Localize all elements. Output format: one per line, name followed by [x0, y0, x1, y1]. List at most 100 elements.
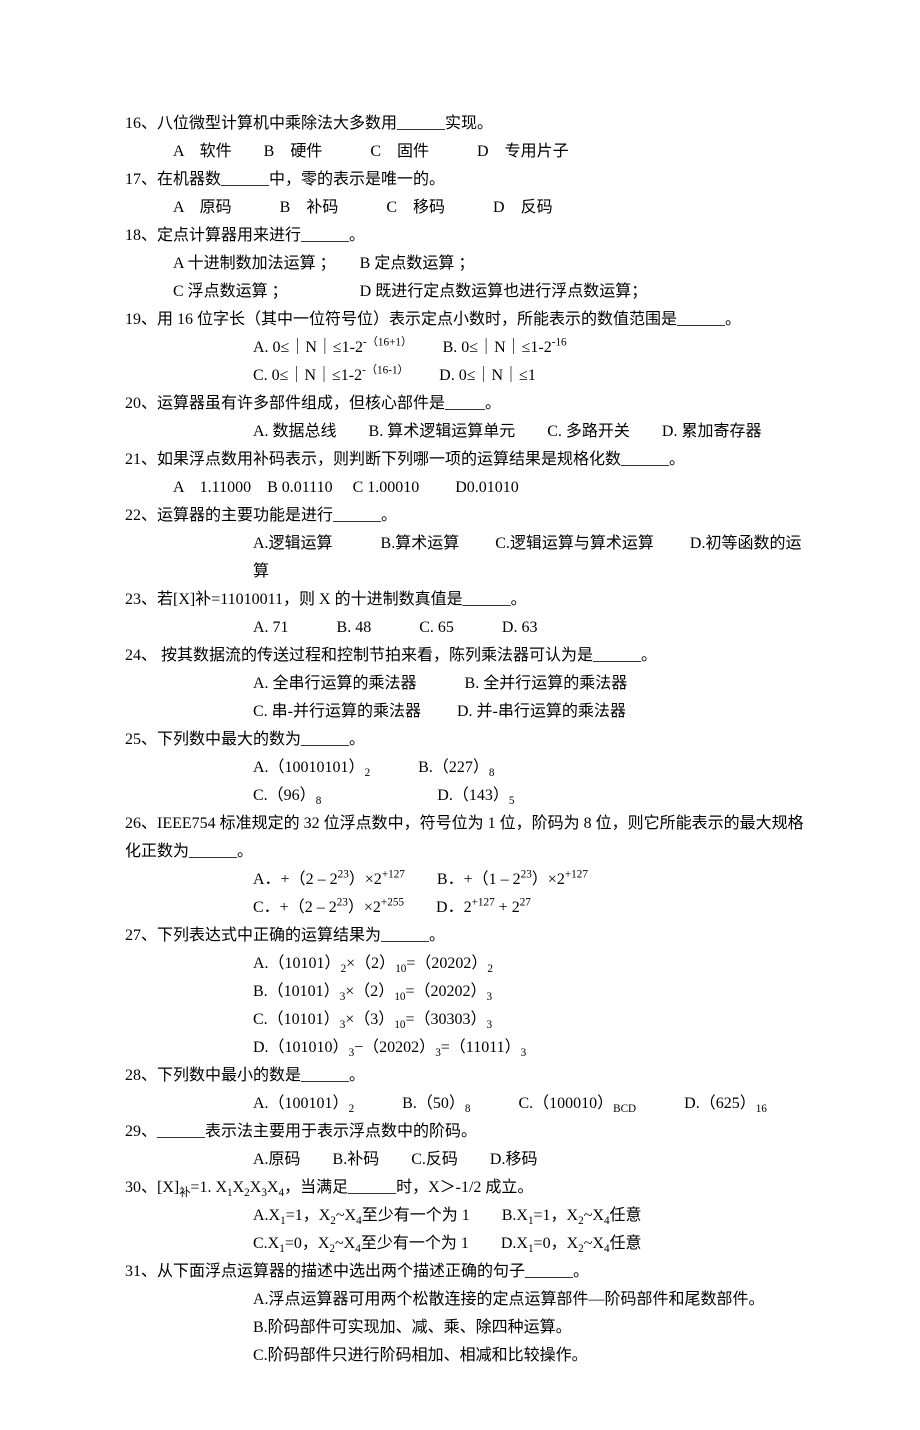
q23-stem: 23、若[X]补=11010011，则 X 的十进制数真值是______。: [125, 586, 810, 614]
q31-option-b: B.阶码部件可实现加、减、乘、除四种运算。: [125, 1314, 810, 1342]
q19-a-pow: -（16+1）: [363, 337, 407, 349]
s: 10: [394, 991, 405, 1003]
question-29: 29、______表示法主要用于表示浮点数中的阶码。 A.原码 B.补码 C.反…: [125, 1118, 810, 1174]
q28-c-s: BCD: [613, 1103, 636, 1115]
q27-option-b: B.（10101）3×（2）10=（20202）3: [125, 978, 810, 1006]
t: =（20202）: [406, 955, 487, 972]
q27-stem: 27、下列表达式中正确的运算结果为______。: [125, 922, 810, 950]
q24-options-line1: A. 全串行运算的乘法器 B. 全并行运算的乘法器: [125, 670, 810, 698]
q25-b-sub: 8: [489, 767, 495, 779]
q18-options-line1: A 十进制数加法运算 ； B 定点数运算 ；: [125, 250, 810, 278]
q25-d-text: D.（143）: [321, 787, 509, 804]
q30-options-line2: C.X1=0，X2~X4至少有一个为 1 D.X1=0，X2~X4任意: [125, 1230, 810, 1258]
q25-c-text: C.（96）: [253, 787, 316, 804]
t: ，当满足______时，X＞-1/2 成立。: [284, 1179, 533, 1196]
s: 3: [487, 991, 493, 1003]
q26-c-t2: ）×2: [348, 899, 381, 916]
question-22: 22、运算器的主要功能是进行______。 A.逻辑运算 B.算术运算 C.逻辑…: [125, 502, 810, 586]
q31-stem: 31、从下面浮点运算器的描述中选出两个描述正确的句子______。: [125, 1258, 810, 1286]
q19-a-text: A. 0≤｜N｜≤1-2: [253, 339, 363, 356]
q25-options-line2: C.（96）8 D.（143）5: [125, 782, 810, 810]
t: =（20202）: [406, 983, 487, 1000]
q19-options-line1: A. 0≤｜N｜≤1-2-（16+1） B. 0≤｜N｜≤1-2-16: [125, 334, 810, 362]
q26-d-t1: D．2: [404, 899, 472, 916]
question-26: 26、IEEE754 标准规定的 32 位浮点数中，符号位为 1 位，阶码为 8…: [125, 810, 810, 922]
q26-d-p1: +127: [472, 897, 495, 909]
t: =（30303）: [406, 1011, 487, 1028]
q27-option-a: A.（10101）2×（2）10=（20202）2: [125, 950, 810, 978]
t: 30、[X]: [125, 1179, 179, 1196]
q16-stem: 16、八位微型计算机中乘除法大多数用______实现。: [125, 110, 810, 138]
q19-stem: 19、用 16 位字长（其中一位符号位）表示定点小数时，所能表示的数值范围是__…: [125, 306, 810, 334]
t: =1，X: [286, 1207, 331, 1224]
t: −（20202）: [354, 1039, 435, 1056]
q25-a-text: A.（10010101）: [253, 759, 365, 776]
t: C.X: [253, 1235, 279, 1252]
t: A.（10101）: [253, 955, 341, 972]
q26-a-p1: 23: [338, 869, 349, 881]
question-24: 24、 按其数据流的传送过程和控制节拍来看，陈列乘法器可认为是______。 A…: [125, 642, 810, 726]
question-23: 23、若[X]补=11010011，则 X 的十进制数真值是______。 A.…: [125, 586, 810, 642]
q26-a-p2: +127: [382, 869, 405, 881]
q28-c-t: C.（100010）: [470, 1095, 613, 1112]
t: 至少有一个为 1 D.X: [361, 1235, 528, 1252]
question-27: 27、下列表达式中正确的运算结果为______。 A.（10101）2×（2）1…: [125, 922, 810, 1062]
q30-stem: 30、[X]补=1. X1X2X3X4，当满足______时，X＞-1/2 成立…: [125, 1174, 810, 1202]
q18-options-line2: C 浮点数运算 ； D 既进行定点数运算也进行浮点数运算；: [125, 278, 810, 306]
q28-options: A.（100101）2 B.（50）8 C.（100010）BCD D.（625…: [125, 1090, 810, 1118]
q25-options-line1: A.（10010101）2 B.（227）8: [125, 754, 810, 782]
t: D.（101010）: [253, 1039, 349, 1056]
t: X: [250, 1179, 262, 1196]
t: =1. X: [190, 1179, 227, 1196]
question-20: 20、运算器虽有许多部件组成，但核心部件是_____。 A. 数据总线 B. 算…: [125, 390, 810, 446]
q26-d-p2: 27: [520, 897, 531, 909]
q22-options: A.逻辑运算 B.算术运算 C.逻辑运算与算术运算 D.初等函数的运算: [125, 530, 810, 586]
q22-stem: 22、运算器的主要功能是进行______。: [125, 502, 810, 530]
q17-options: A 原码 B 补码 C 移码 D 反码: [125, 194, 810, 222]
q26-stem: 26、IEEE754 标准规定的 32 位浮点数中，符号位为 1 位，阶码为 8…: [125, 810, 810, 866]
s: 补: [179, 1187, 190, 1199]
question-28: 28、下列数中最小的数是______。 A.（100101）2 B.（50）8 …: [125, 1062, 810, 1118]
q27-option-c: C.（10101）3×（3）10=（30303）3: [125, 1006, 810, 1034]
q17-stem: 17、在机器数______中，零的表示是唯一的。: [125, 166, 810, 194]
t: ×（3）: [345, 1011, 394, 1028]
q19-d-text: D. 0≤｜N｜≤1: [403, 367, 536, 384]
question-19: 19、用 16 位字长（其中一位符号位）表示定点小数时，所能表示的数值范围是__…: [125, 306, 810, 390]
q25-d-sub: 5: [509, 795, 515, 807]
t: X: [267, 1179, 279, 1196]
question-18: 18、定点计算器用来进行______。 A 十进制数加法运算 ； B 定点数运算…: [125, 222, 810, 306]
q26-c-p2: +255: [381, 897, 404, 909]
q26-b-t1: B．+（1 – 2: [405, 871, 521, 888]
q29-options: A.原码 B.补码 C.反码 D.移码: [125, 1146, 810, 1174]
q18-stem: 18、定点计算器用来进行______。: [125, 222, 810, 250]
question-25: 25、下列数中最大的数为______。 A.（10010101）2 B.（227…: [125, 726, 810, 810]
q26-b-p1: 23: [521, 869, 532, 881]
t: ×（2）: [345, 983, 394, 1000]
q25-b-text: B.（227）: [370, 759, 489, 776]
q20-stem: 20、运算器虽有许多部件组成，但核心部件是_____。: [125, 390, 810, 418]
q31-option-a: A.浮点运算器可用两个松散连接的定点运算部件—阶码部件和尾数部件。: [125, 1286, 810, 1314]
q31-option-c: C.阶码部件只进行阶码相加、相减和比较操作。: [125, 1342, 810, 1370]
t: ×（2）: [346, 955, 395, 972]
q19-c-text: C. 0≤｜N｜≤1-2: [253, 367, 362, 384]
s: 2: [487, 963, 493, 975]
q26-c-t1: C．+（2 – 2: [253, 899, 337, 916]
question-16: 16、八位微型计算机中乘除法大多数用______实现。 A 软件 B 硬件 C …: [125, 110, 810, 166]
q16-options: A 软件 B 硬件 C 固件 D 专用片子: [125, 138, 810, 166]
q26-options-line2: C．+（2 – 223）×2+255 D．2+127 + 227: [125, 894, 810, 922]
s: 10: [395, 963, 406, 975]
q24-stem: 24、 按其数据流的传送过程和控制节拍来看，陈列乘法器可认为是______。: [125, 642, 810, 670]
q27-option-d: D.（101010）3−（20202）3=（11011）3: [125, 1034, 810, 1062]
q25-stem: 25、下列数中最大的数为______。: [125, 726, 810, 754]
question-31: 31、从下面浮点运算器的描述中选出两个描述正确的句子______。 A.浮点运算…: [125, 1258, 810, 1370]
q30-options-line1: A.X1=1，X2~X4至少有一个为 1 B.X1=1，X2~X4任意: [125, 1202, 810, 1230]
t: =0，X: [534, 1235, 579, 1252]
q21-stem: 21、如果浮点数用补码表示，则判断下列哪一项的运算结果是规格化数______。: [125, 446, 810, 474]
q24-options-line2: C. 串-并行运算的乘法器 D. 并-串行运算的乘法器: [125, 698, 810, 726]
q28-d-s: 16: [756, 1103, 767, 1115]
q26-a-t2: ）×2: [349, 871, 382, 888]
q28-a-t: A.（100101）: [253, 1095, 349, 1112]
question-21: 21、如果浮点数用补码表示，则判断下列哪一项的运算结果是规格化数______。 …: [125, 446, 810, 502]
t: =0，X: [285, 1235, 330, 1252]
q26-b-t2: ）×2: [532, 871, 565, 888]
